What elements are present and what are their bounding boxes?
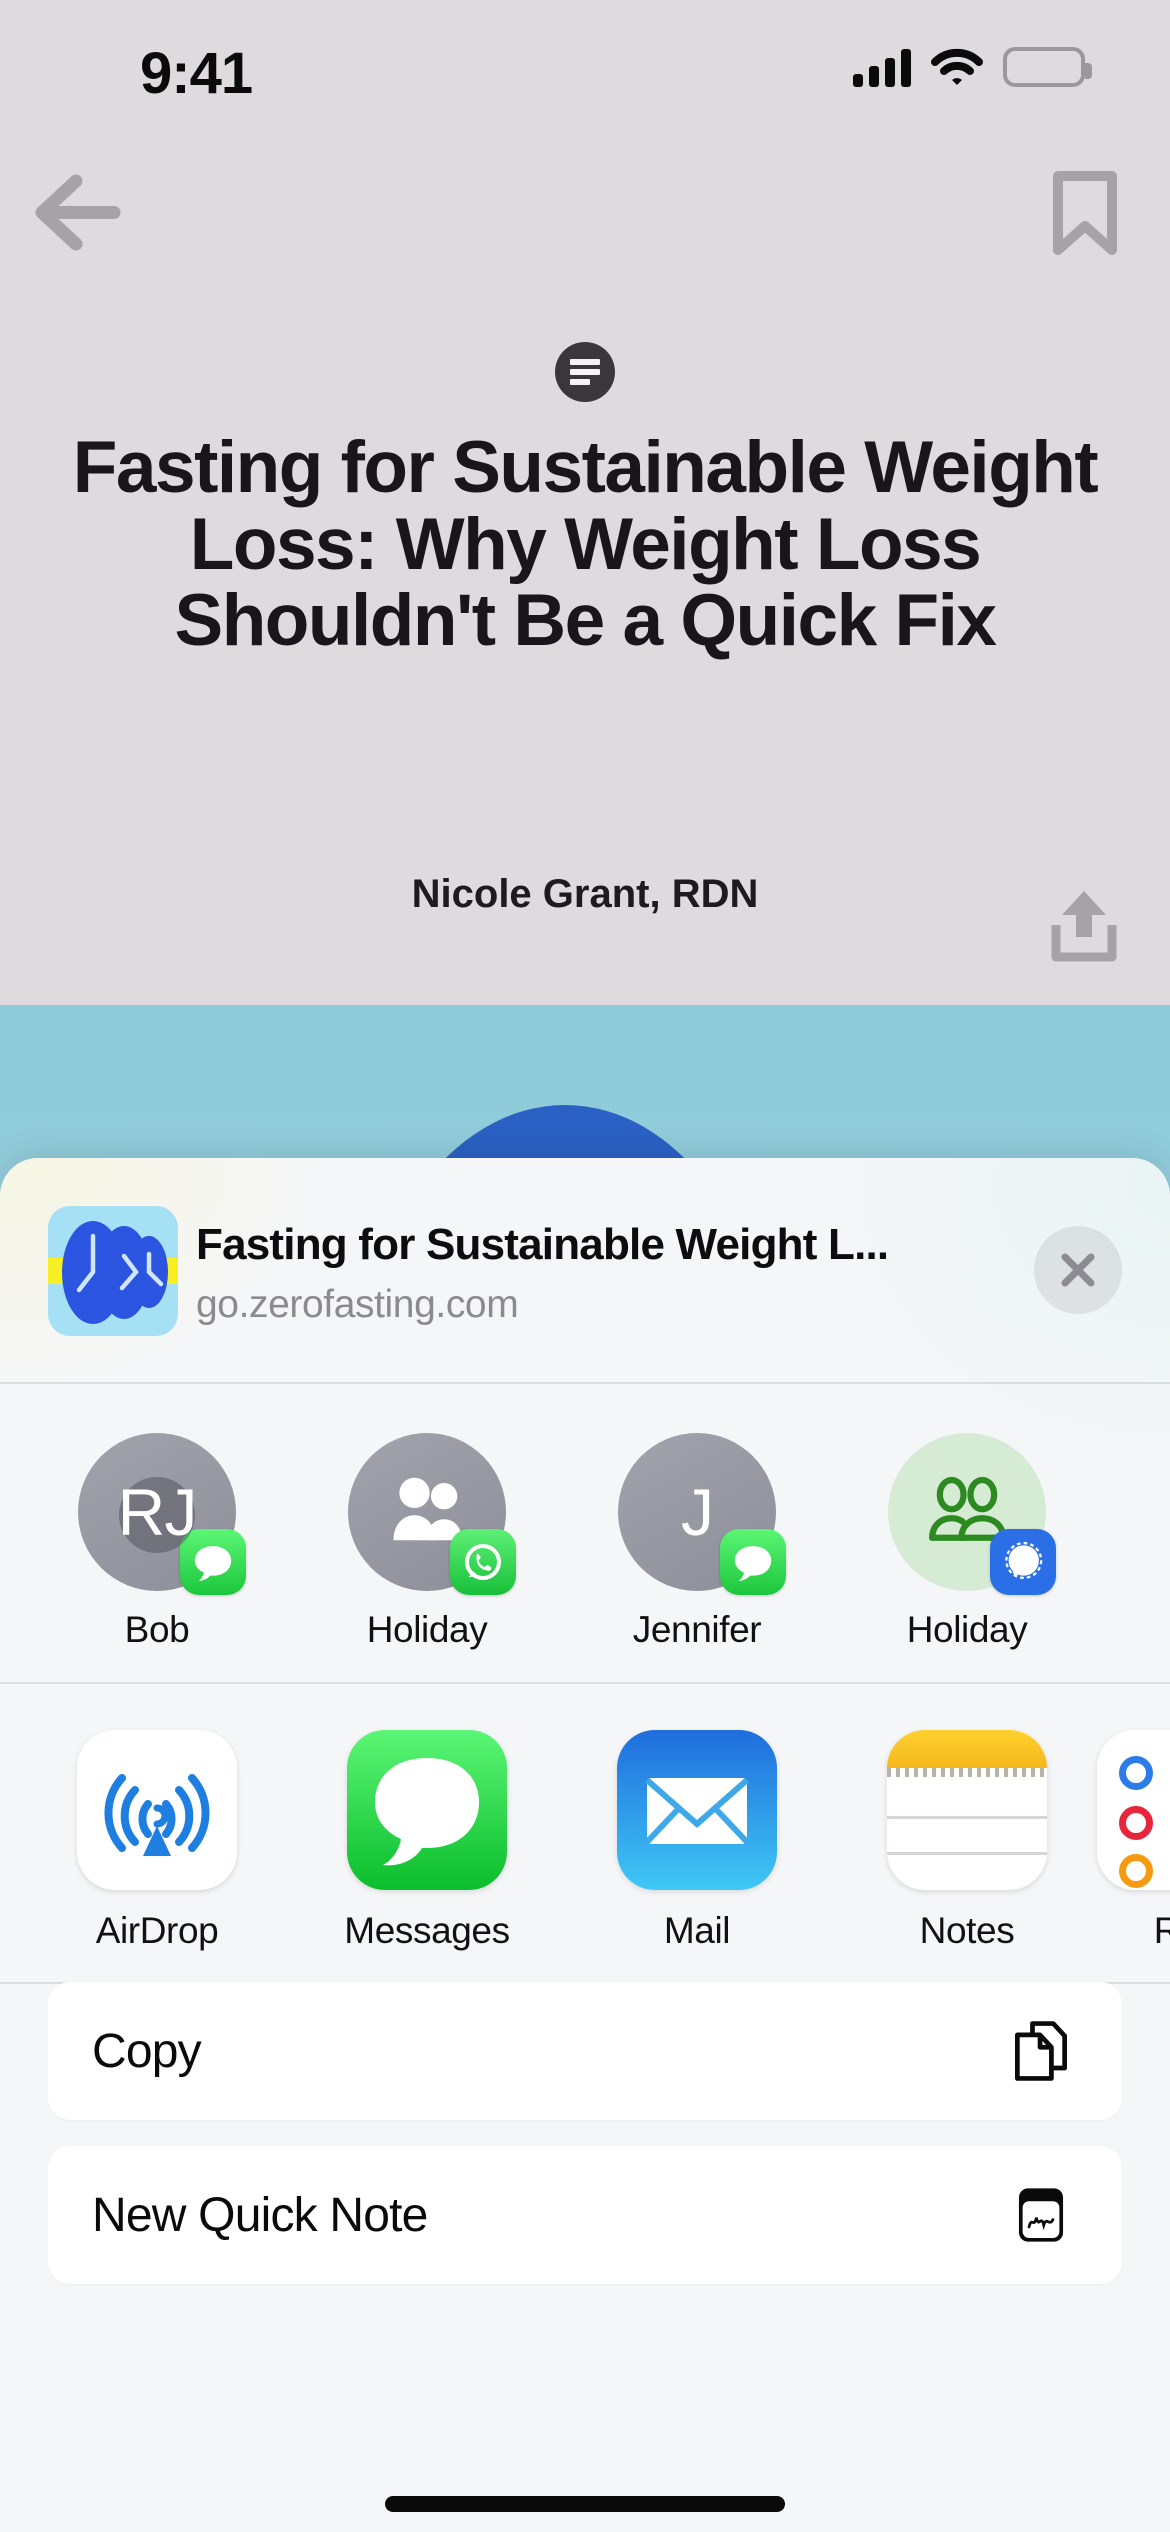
signal-badge-icon [990, 1529, 1056, 1595]
avatar [888, 1433, 1056, 1595]
avatar [348, 1433, 516, 1595]
app-label: Mail [663, 1910, 731, 1951]
bookmark-icon[interactable] [1045, 168, 1125, 258]
suggested-contacts-row: RJ Bob Holiday J Jennifer Holiday [0, 1383, 1170, 1682]
contact-holiday-signal[interactable]: Holiday [832, 1383, 1102, 1682]
avatar-initials: J [681, 1475, 714, 1549]
messages-badge-icon [720, 1529, 786, 1595]
app-airdrop[interactable]: AirDrop [22, 1682, 292, 1982]
notes-icon [887, 1730, 1047, 1890]
avatar: J [618, 1433, 786, 1595]
app-mail[interactable]: Mail [562, 1682, 832, 1982]
app-label: Messages [344, 1910, 510, 1951]
status-bar-indicators [853, 47, 1092, 87]
page-title: Fasting for Sustainable Weight Loss: Why… [72, 427, 1099, 662]
share-actions-list: Copy New Quick Note [0, 1982, 1170, 2310]
action-label: Copy [92, 2024, 202, 2078]
preview-title: Fasting for Sustainable Weight L... [196, 1220, 886, 1269]
iphone-screen: Fasting for Sustainable Weight Loss: Why… [0, 0, 1170, 2532]
action-label: New Quick Note [92, 2188, 428, 2242]
quick-note-icon [1004, 2178, 1078, 2252]
contact-name: Holiday [366, 1609, 488, 1650]
app-label: Re [1153, 1910, 1170, 1951]
whatsapp-badge-icon [450, 1529, 516, 1595]
avatar: RJ [78, 1433, 246, 1595]
share-link-preview[interactable]: Fasting for Sustainable Weight L... go.z… [0, 1158, 1170, 1383]
messages-icon [347, 1730, 507, 1890]
app-label: Notes [919, 1910, 1015, 1951]
status-bar-clock: 9:41 [140, 41, 253, 106]
app-messages[interactable]: Messages [292, 1682, 562, 1982]
app-label: AirDrop [95, 1910, 219, 1951]
contact-jennifer[interactable]: J Jennifer [562, 1383, 832, 1682]
battery-full-icon [1003, 47, 1092, 87]
reader-article-icon [555, 342, 615, 402]
contact-name: Holiday [906, 1609, 1028, 1650]
preview-url: go.zerofasting.com [196, 1283, 519, 1326]
cellular-signal-icon [853, 47, 911, 87]
share-up-icon[interactable] [1046, 885, 1122, 965]
zero-fasting-app-icon [48, 1206, 178, 1336]
reminders-icon [1097, 1730, 1170, 1890]
home-indicator [385, 2496, 785, 2512]
action-new-quick-note[interactable]: New Quick Note [48, 2146, 1122, 2284]
contact-name: Bob [124, 1609, 190, 1650]
article-author: Nicole Grant, RDN [411, 872, 759, 916]
share-apps-row: AirDrop Messages Mail Notes R [0, 1682, 1170, 1982]
share-sheet: Fasting for Sustainable Weight L... go.z… [0, 1158, 1170, 2532]
article-background: Fasting for Sustainable Weight Loss: Why… [0, 0, 1170, 1005]
app-reminders[interactable]: Re [1097, 1682, 1170, 1982]
wifi-icon [931, 47, 983, 87]
back-arrow-icon[interactable] [30, 165, 130, 260]
app-notes[interactable]: Notes [832, 1682, 1102, 1982]
contact-name: Jennifer [632, 1609, 762, 1650]
copy-documents-icon [1004, 2014, 1078, 2088]
contact-holiday-whatsapp[interactable]: Holiday [292, 1383, 562, 1682]
status-bar: 9:41 [0, 0, 1170, 140]
contact-bob[interactable]: RJ Bob [22, 1383, 292, 1682]
avatar-initials: RJ [117, 1475, 198, 1549]
close-icon[interactable] [1034, 1226, 1122, 1314]
action-copy[interactable]: Copy [48, 1982, 1122, 2120]
mail-icon [617, 1730, 777, 1890]
airdrop-icon [77, 1730, 237, 1890]
